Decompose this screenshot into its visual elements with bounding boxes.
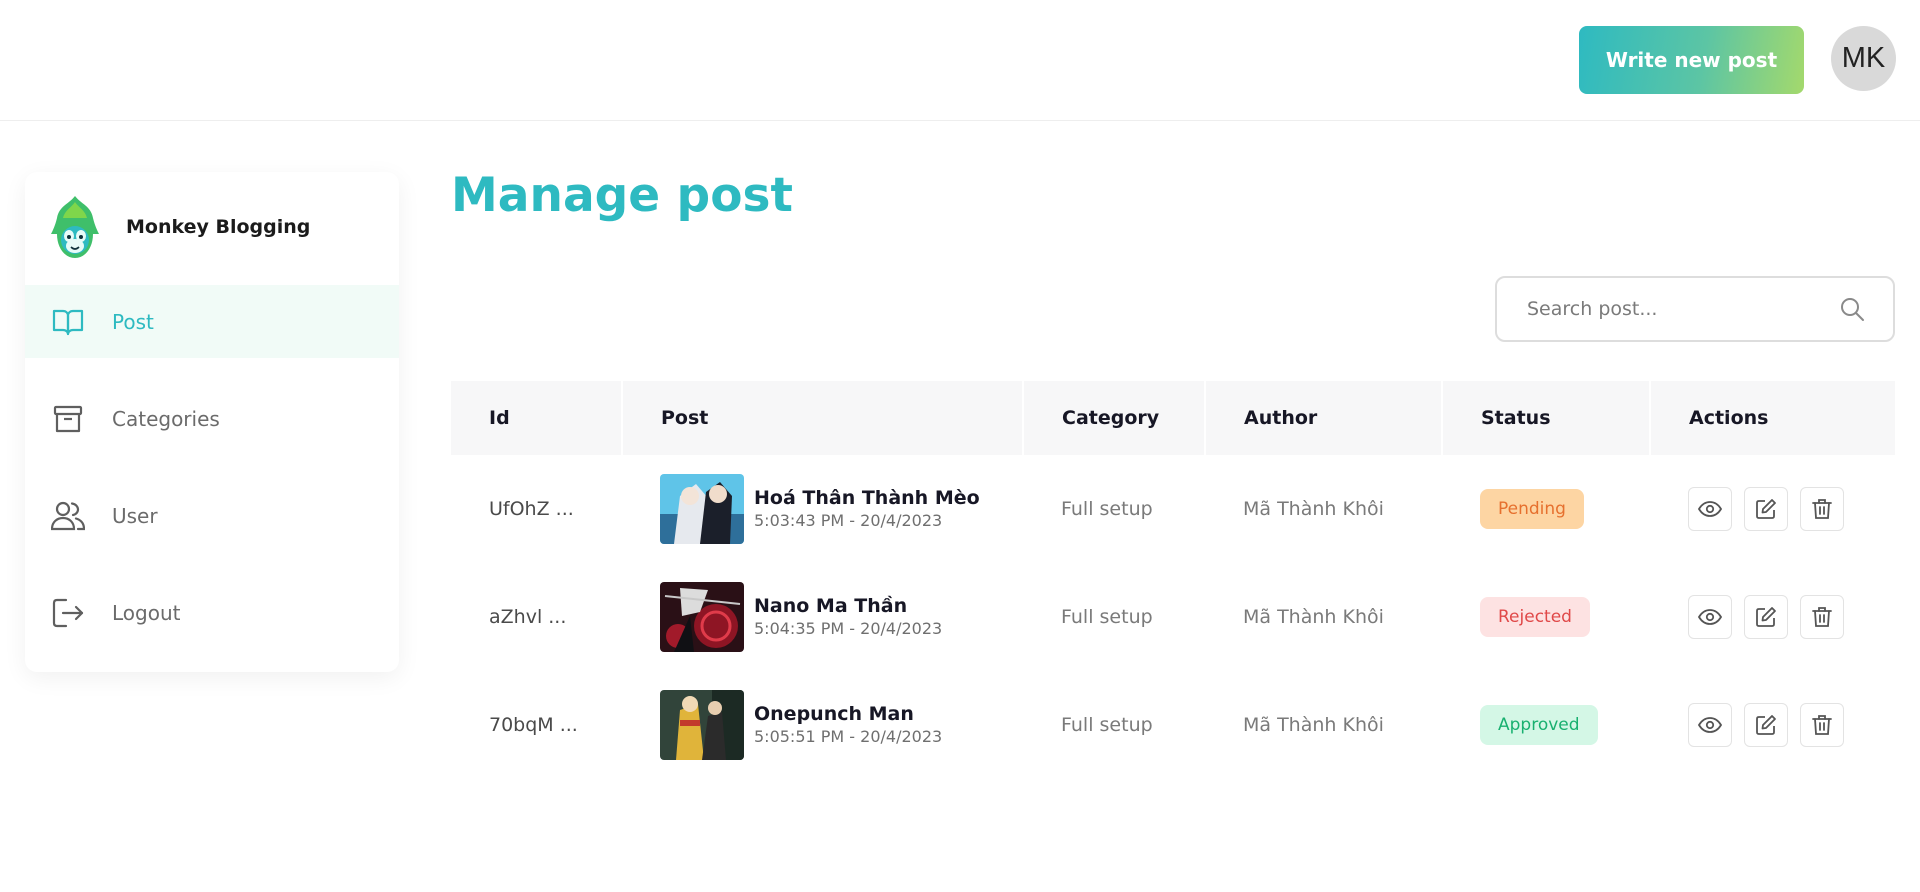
trash-icon	[1812, 607, 1832, 627]
post-author: Mã Thành Khôi	[1243, 606, 1384, 628]
write-new-post-button[interactable]: Write new post	[1579, 26, 1804, 94]
post-category: Full setup	[1061, 498, 1153, 520]
users-icon	[51, 499, 85, 533]
sidebar-item-user[interactable]: User	[25, 479, 399, 552]
post-cell: Onepunch Man 5:05:51 PM - 20/4/2023	[660, 690, 1023, 760]
delete-button[interactable]	[1800, 595, 1844, 639]
row-actions	[1688, 703, 1895, 747]
logout-icon	[51, 596, 85, 630]
post-id: 70bqM ...	[489, 714, 578, 736]
sidebar-item-label: Categories	[112, 406, 220, 431]
avatar[interactable]: MK	[1831, 26, 1896, 91]
column-header-author: Author	[1205, 381, 1443, 455]
table-row: UfOhZ ... Hoá Thân Thành Mèo 5:03:43 PM …	[451, 455, 1895, 563]
search-input[interactable]	[1527, 278, 1827, 340]
post-thumbnail	[660, 582, 744, 652]
edit-button[interactable]	[1744, 595, 1788, 639]
sidebar-item-categories[interactable]: Categories	[25, 382, 399, 455]
post-date: 5:05:51 PM - 20/4/2023	[754, 727, 943, 746]
table-row: 70bqM ... Onepunch Man 5:05:51 PM - 20/4…	[451, 671, 1895, 779]
view-button[interactable]	[1688, 595, 1732, 639]
eye-icon	[1698, 501, 1722, 517]
sidebar-item-label: Logout	[112, 600, 181, 625]
post-thumbnail	[660, 690, 744, 760]
post-title[interactable]: Onepunch Man	[754, 702, 942, 726]
post-thumbnail	[660, 474, 744, 544]
search-icon[interactable]	[1839, 296, 1865, 322]
edit-button[interactable]	[1744, 703, 1788, 747]
sidebar-item-logout[interactable]: Logout	[25, 576, 399, 649]
top-header: Write new post MK	[0, 0, 1920, 121]
trash-icon	[1812, 499, 1832, 519]
table-row: aZhvl ... Nano Ma Thần 5:04:35 PM - 20/4…	[451, 563, 1895, 671]
edit-icon	[1756, 715, 1776, 735]
status-badge: Pending	[1480, 489, 1584, 529]
column-header-status: Status	[1442, 381, 1651, 455]
sidebar: Monkey Blogging Post Categories User Log…	[25, 172, 399, 672]
column-header-id: Id	[451, 381, 623, 455]
brand[interactable]: Monkey Blogging	[49, 194, 310, 260]
eye-icon	[1698, 717, 1722, 733]
book-open-icon	[51, 305, 85, 339]
status-badge: Approved	[1480, 705, 1598, 745]
brand-name: Monkey Blogging	[126, 216, 311, 238]
post-author: Mã Thành Khôi	[1243, 498, 1384, 520]
post-title[interactable]: Hoá Thân Thành Mèo	[754, 486, 980, 510]
edit-icon	[1756, 607, 1776, 627]
monkey-logo-icon	[51, 196, 99, 258]
post-cell: Nano Ma Thần 5:04:35 PM - 20/4/2023	[660, 582, 1023, 652]
view-button[interactable]	[1688, 703, 1732, 747]
status-badge: Rejected	[1480, 597, 1590, 637]
post-date: 5:04:35 PM - 20/4/2023	[754, 619, 943, 638]
search-box	[1495, 276, 1895, 342]
delete-button[interactable]	[1800, 487, 1844, 531]
sidebar-item-label: Post	[112, 309, 154, 334]
post-category: Full setup	[1061, 606, 1153, 628]
archive-icon	[51, 402, 85, 436]
column-header-actions: Actions	[1650, 381, 1895, 455]
post-author: Mã Thành Khôi	[1243, 714, 1384, 736]
posts-table: Id Post Category Author Status Actions U…	[451, 381, 1895, 779]
table-header-row: Id Post Category Author Status Actions	[451, 381, 1895, 455]
post-id: aZhvl ...	[489, 606, 567, 628]
post-date: 5:03:43 PM - 20/4/2023	[754, 511, 943, 530]
post-cell: Hoá Thân Thành Mèo 5:03:43 PM - 20/4/202…	[660, 474, 1023, 544]
delete-button[interactable]	[1800, 703, 1844, 747]
post-category: Full setup	[1061, 714, 1153, 736]
post-title[interactable]: Nano Ma Thần	[754, 594, 942, 618]
sidebar-item-label: User	[112, 503, 158, 528]
row-actions	[1688, 487, 1895, 531]
trash-icon	[1812, 715, 1832, 735]
edit-button[interactable]	[1744, 487, 1788, 531]
edit-icon	[1756, 499, 1776, 519]
page-title: Manage post	[451, 168, 793, 223]
column-header-category: Category	[1023, 381, 1206, 455]
view-button[interactable]	[1688, 487, 1732, 531]
post-id: UfOhZ ...	[489, 498, 574, 520]
eye-icon	[1698, 609, 1722, 625]
column-header-post: Post	[622, 381, 1024, 455]
row-actions	[1688, 595, 1895, 639]
sidebar-item-post[interactable]: Post	[25, 285, 399, 358]
